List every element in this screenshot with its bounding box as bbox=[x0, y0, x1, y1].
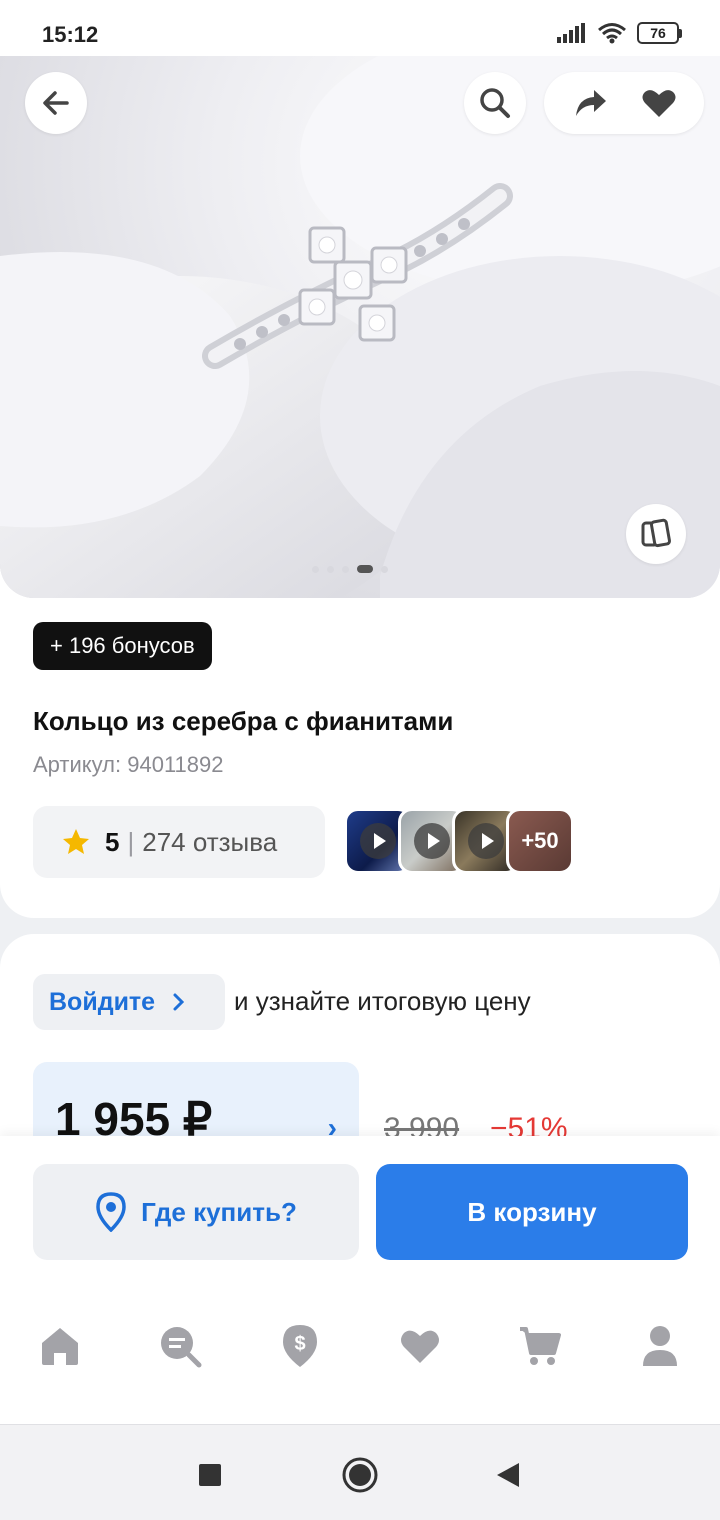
back-nav-button[interactable] bbox=[488, 1455, 528, 1495]
where-to-buy-button[interactable]: Где купить? bbox=[33, 1164, 359, 1260]
wifi-icon bbox=[598, 23, 626, 44]
fit-preview-button[interactable] bbox=[626, 504, 686, 564]
login-button[interactable]: Войдите bbox=[33, 974, 225, 1030]
heart-icon[interactable] bbox=[641, 87, 677, 119]
review-count: 274 отзыва bbox=[142, 826, 278, 857]
location-pin-icon bbox=[96, 1192, 126, 1232]
svg-text:$: $ bbox=[294, 1333, 305, 1355]
pager-dot bbox=[381, 565, 388, 573]
play-icon bbox=[414, 823, 450, 859]
cart-icon bbox=[520, 1327, 561, 1365]
share-favorite-group bbox=[544, 72, 704, 134]
tab-offers[interactable]: $ bbox=[276, 1322, 324, 1370]
arrow-left-icon bbox=[43, 91, 69, 115]
home-nav-button[interactable] bbox=[340, 1455, 380, 1495]
tab-home[interactable] bbox=[36, 1322, 84, 1370]
add-to-cart-label: В корзину bbox=[467, 1196, 597, 1227]
product-info-card: + 196 бонусов Кольцо из серебра с фианит… bbox=[0, 598, 720, 918]
play-icon bbox=[468, 823, 504, 859]
rating-separator: | bbox=[127, 826, 135, 857]
pager-dot bbox=[342, 565, 349, 573]
triangle-back-icon bbox=[497, 1463, 519, 1487]
where-to-buy-label: Где купить? bbox=[141, 1196, 297, 1227]
battery-icon: 76 bbox=[637, 22, 682, 44]
search-button[interactable] bbox=[464, 72, 526, 134]
more-media-thumb[interactable]: +50 bbox=[506, 808, 574, 874]
add-to-cart-button[interactable]: В корзину bbox=[376, 1164, 688, 1260]
square-icon bbox=[199, 1464, 221, 1486]
system-navigation-bar bbox=[0, 1424, 720, 1520]
catalog-search-icon bbox=[161, 1327, 202, 1368]
battery-level: 76 bbox=[637, 22, 679, 44]
product-image-gallery[interactable] bbox=[0, 56, 720, 598]
tab-favorites[interactable] bbox=[396, 1322, 444, 1370]
circle-icon bbox=[342, 1457, 378, 1493]
favorites-icon bbox=[401, 1330, 439, 1363]
cards-icon bbox=[641, 518, 671, 548]
action-bar: Где купить? В корзину bbox=[0, 1136, 720, 1286]
home-icon bbox=[42, 1328, 78, 1365]
login-label: Войдите bbox=[49, 987, 156, 1016]
image-pager bbox=[312, 565, 388, 573]
share-icon[interactable] bbox=[572, 86, 610, 120]
offers-icon: $ bbox=[283, 1325, 317, 1367]
tab-profile[interactable] bbox=[636, 1322, 684, 1370]
rating-reviews-button[interactable]: 5 | 274 отзыва bbox=[33, 806, 325, 878]
rating-value: 5 bbox=[105, 826, 120, 857]
review-media-strip: +50 bbox=[344, 808, 574, 874]
tab-catalog[interactable] bbox=[156, 1322, 204, 1370]
status-icons: 76 bbox=[557, 22, 682, 44]
bonus-badge: + 196 бонусов bbox=[33, 622, 212, 670]
play-icon bbox=[360, 823, 396, 859]
product-sku: Артикул: 94011892 bbox=[33, 752, 224, 777]
recents-button[interactable] bbox=[190, 1455, 230, 1495]
signal-icon bbox=[557, 23, 585, 43]
back-button[interactable] bbox=[25, 72, 87, 134]
pager-dot bbox=[312, 565, 319, 573]
product-title: Кольцо из серебра с фианитами bbox=[33, 706, 454, 736]
pager-dot bbox=[357, 565, 373, 573]
chevron-right-icon bbox=[173, 993, 185, 1011]
pager-dot bbox=[327, 565, 334, 573]
bottom-tab-bar: $ bbox=[0, 1286, 720, 1424]
search-icon bbox=[480, 88, 510, 118]
star-icon bbox=[63, 829, 89, 854]
login-hint: и узнайте итоговую цену bbox=[234, 986, 531, 1016]
more-media-count: +50 bbox=[521, 828, 559, 853]
status-time: 15:12 bbox=[42, 22, 99, 47]
tab-cart[interactable] bbox=[516, 1322, 564, 1370]
profile-icon bbox=[643, 1326, 677, 1366]
product-photo bbox=[0, 56, 720, 598]
